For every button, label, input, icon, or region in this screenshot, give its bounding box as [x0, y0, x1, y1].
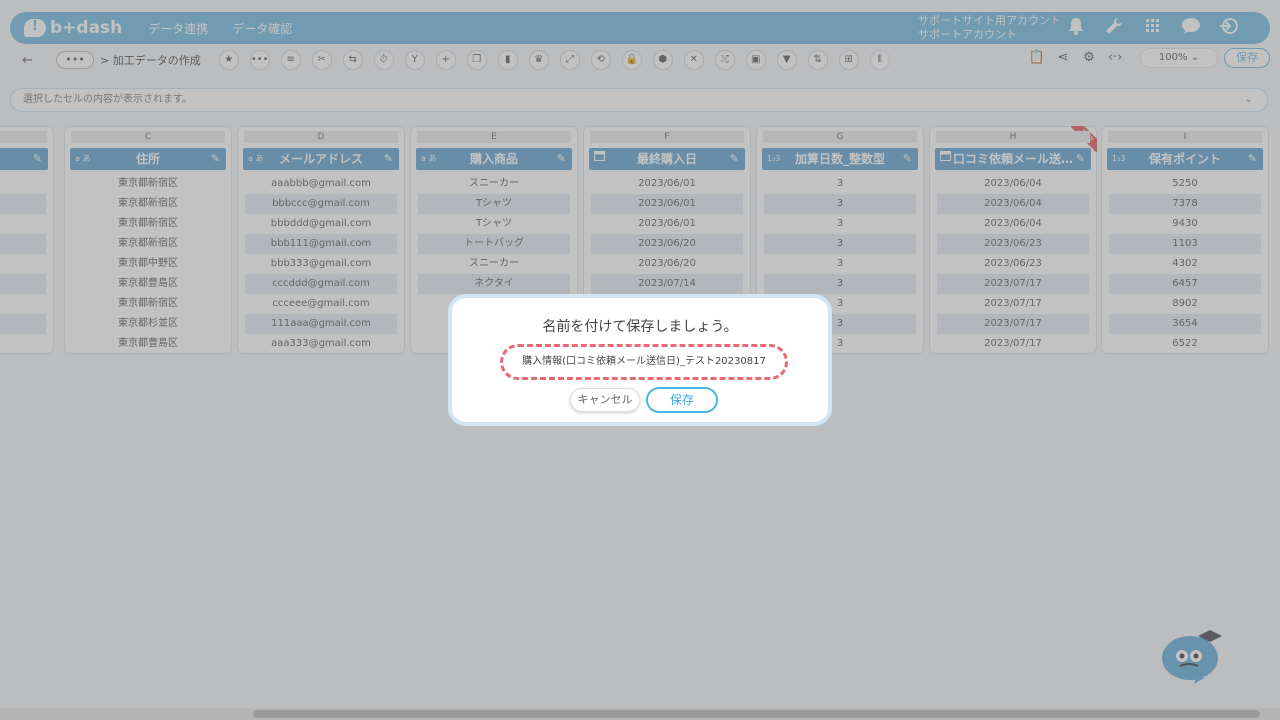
- dialog-save-button[interactable]: 保存: [646, 387, 718, 413]
- cancel-button[interactable]: キャンセル: [570, 388, 640, 412]
- dialog-title: 名前を付けて保存しましょう。: [542, 319, 738, 335]
- filename-input[interactable]: 購入情報(口コミ依頼メール送信日)_テスト20230817: [504, 350, 784, 374]
- save-dialog: 名前を付けて保存しましょう。 購入情報(口コミ依頼メール送信日)_テスト2023…: [448, 294, 832, 426]
